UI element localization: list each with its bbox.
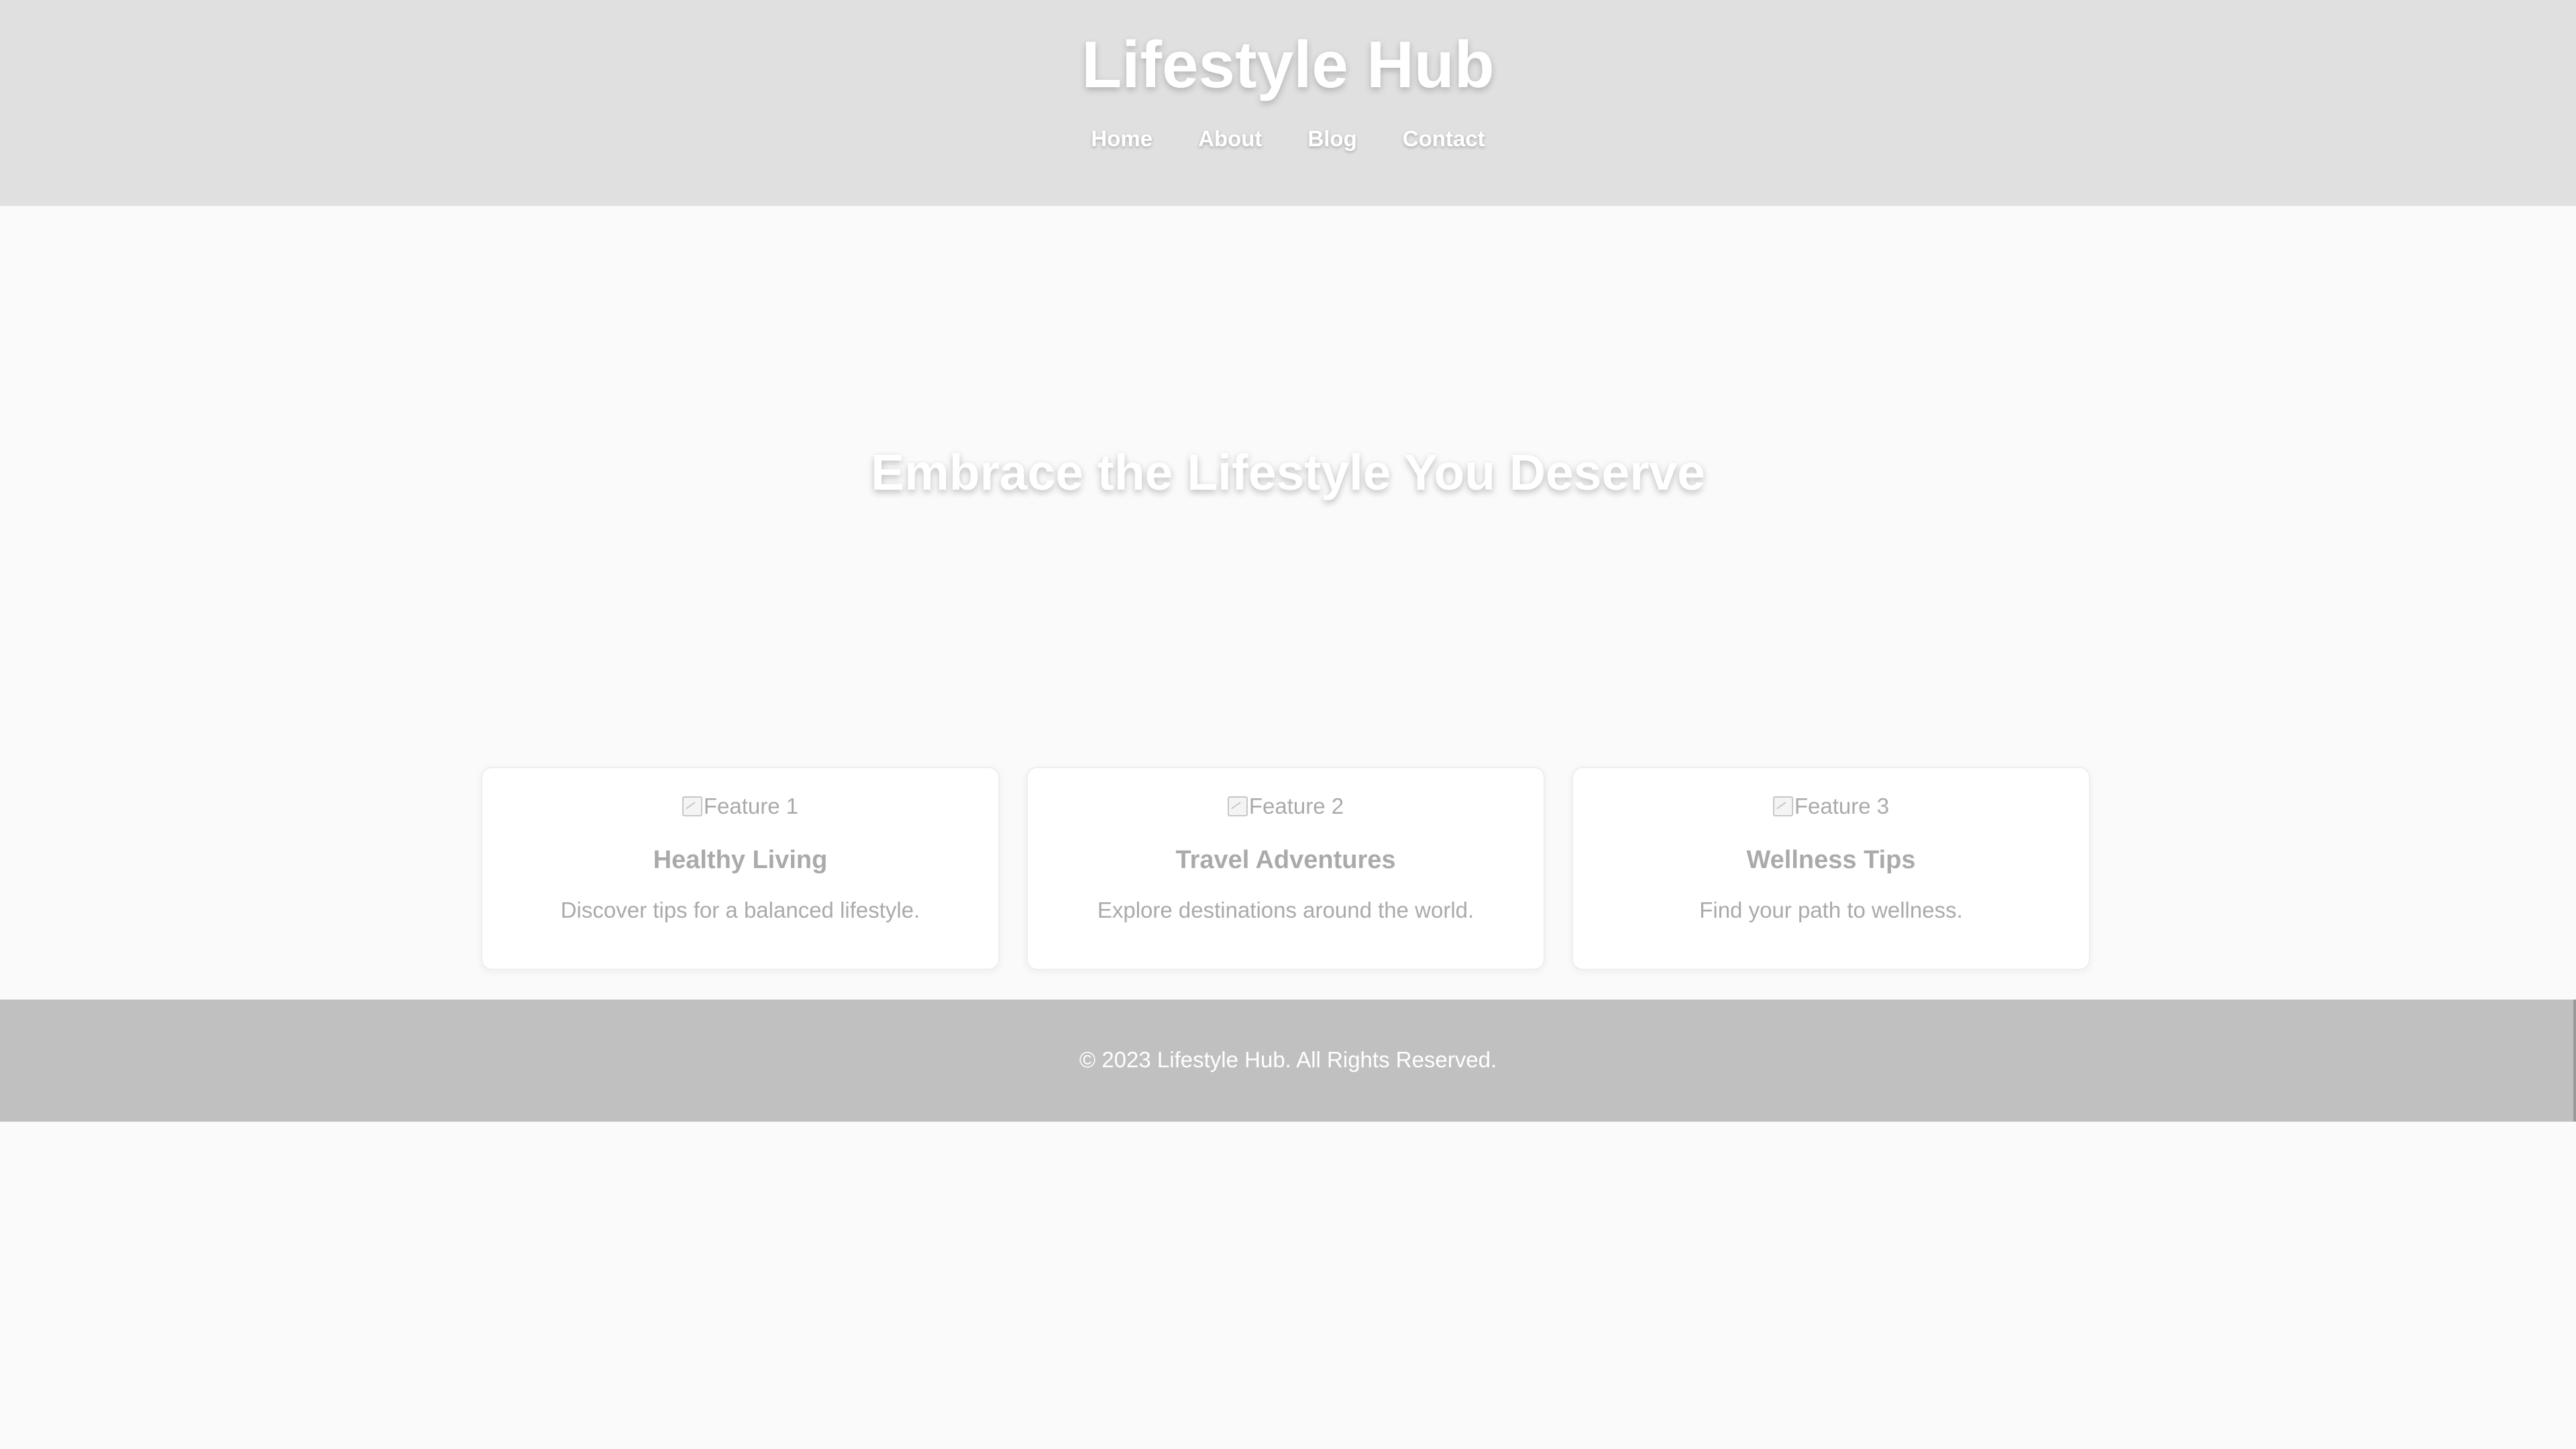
feature-image: Feature 1 bbox=[482, 792, 998, 820]
feature-card-healthy-living[interactable]: Feature 1 Healthy Living Discover tips f… bbox=[481, 767, 1000, 970]
site-title: Lifestyle Hub bbox=[1081, 28, 1495, 101]
feature-title: Travel Adventures bbox=[1175, 846, 1396, 874]
scrollbar-edge[interactable] bbox=[2573, 1000, 2576, 1122]
nav-link-contact[interactable]: Contact bbox=[1403, 123, 1485, 154]
nav-link-blog[interactable]: Blog bbox=[1307, 123, 1356, 154]
nav-link-about[interactable]: About bbox=[1198, 123, 1262, 154]
hero-title: Embrace the Lifestyle You Deserve bbox=[871, 444, 1705, 500]
feature-card-travel-adventures[interactable]: Feature 2 Travel Adventures Explore dest… bbox=[1026, 767, 1545, 970]
feature-text: Discover tips for a balanced lifestyle. bbox=[560, 898, 920, 922]
feature-image-alt: Feature 2 bbox=[1248, 794, 1344, 818]
broken-image-icon bbox=[1227, 796, 1248, 816]
feature-title: Wellness Tips bbox=[1746, 846, 1916, 874]
feature-image-alt: Feature 3 bbox=[1794, 794, 1890, 818]
broken-image-icon bbox=[1772, 796, 1793, 816]
nav-link-home[interactable]: Home bbox=[1091, 123, 1152, 154]
site-header: Lifestyle Hub Home About Blog Contact bbox=[0, 0, 2576, 206]
copyright-text: © 2023 Lifestyle Hub. All Rights Reserve… bbox=[1079, 1047, 1497, 1072]
feature-image: Feature 3 bbox=[1573, 792, 2089, 820]
feature-image-alt: Feature 1 bbox=[703, 794, 799, 818]
feature-card-wellness-tips[interactable]: Feature 3 Wellness Tips Find your path t… bbox=[1572, 767, 2090, 970]
feature-text: Explore destinations around the world. bbox=[1097, 898, 1474, 922]
main-nav: Home About Blog Contact bbox=[0, 123, 2576, 154]
feature-text: Find your path to wellness. bbox=[1699, 898, 1963, 922]
broken-image-icon bbox=[682, 796, 702, 816]
site-footer: © 2023 Lifestyle Hub. All Rights Reserve… bbox=[0, 1000, 2576, 1122]
feature-image: Feature 2 bbox=[1028, 792, 1544, 820]
feature-title: Healthy Living bbox=[653, 846, 828, 874]
